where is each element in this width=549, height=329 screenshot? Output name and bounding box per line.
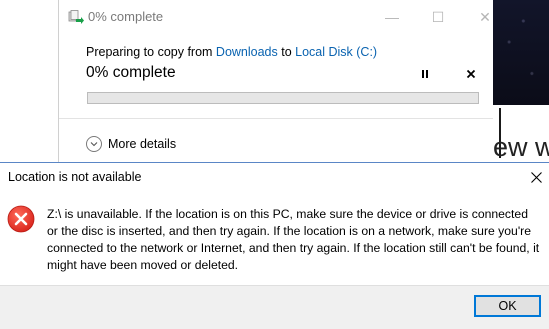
chevron-down-icon bbox=[86, 136, 102, 152]
progress-titlebar[interactable]: 0% complete — ☐ ✕ bbox=[59, 0, 493, 34]
maximize-button[interactable]: ☐ bbox=[423, 6, 453, 28]
copy-heading-prefix: Preparing to copy from bbox=[86, 45, 216, 59]
minimize-icon: — bbox=[385, 9, 399, 25]
dialog-message: Z:\ is unavailable. If the location is o… bbox=[47, 207, 540, 272]
close-icon bbox=[530, 171, 542, 183]
ok-button[interactable]: OK bbox=[474, 295, 541, 317]
dialog-footer: OK bbox=[0, 285, 549, 329]
stop-icon bbox=[466, 69, 476, 79]
minimize-button[interactable]: — bbox=[377, 6, 407, 28]
background-left bbox=[0, 0, 58, 160]
pause-icon bbox=[422, 70, 428, 78]
progress-divider bbox=[59, 118, 493, 119]
more-details-label: More details bbox=[108, 137, 177, 151]
source-link[interactable]: Downloads bbox=[216, 45, 278, 59]
error-icon bbox=[7, 205, 35, 233]
copy-progress-window: 0% complete — ☐ ✕ Preparing to copy from… bbox=[58, 0, 493, 163]
copy-heading: Preparing to copy from Downloads to Loca… bbox=[86, 45, 377, 59]
dialog-close-button[interactable] bbox=[526, 167, 546, 187]
copy-heading-middle: to bbox=[277, 45, 296, 59]
background-wallpaper bbox=[492, 0, 549, 105]
location-error-dialog: Location is not available Z:\ is unavail… bbox=[0, 162, 549, 329]
background-partial-text: ew w bbox=[493, 132, 549, 162]
copy-progress-bar bbox=[87, 92, 479, 104]
maximize-icon: ☐ bbox=[431, 8, 445, 25]
close-icon: ✕ bbox=[479, 8, 491, 25]
pause-button[interactable] bbox=[417, 66, 433, 82]
window-close-button[interactable]: ✕ bbox=[470, 6, 500, 28]
progress-percent: 0% complete bbox=[86, 64, 176, 81]
destination-link[interactable]: Local Disk (C:) bbox=[295, 45, 377, 59]
progress-window-title: 0% complete bbox=[88, 9, 164, 24]
dialog-title: Location is not available bbox=[8, 170, 142, 184]
copy-icon bbox=[68, 10, 84, 24]
cancel-copy-button[interactable] bbox=[463, 66, 479, 82]
more-details-toggle[interactable]: More details bbox=[86, 134, 176, 154]
